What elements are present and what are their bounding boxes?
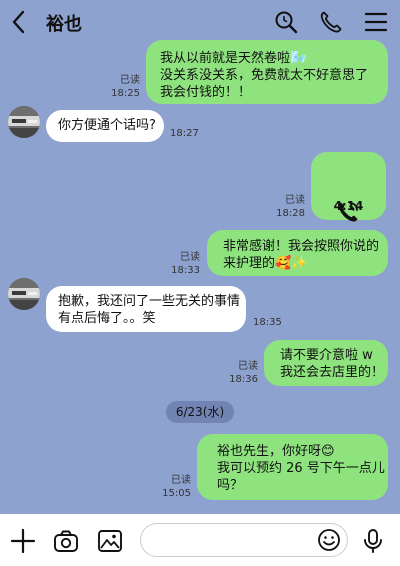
message-bubble-outgoing[interactable]: 我从以前就是天然卷啦🌬️ 没关系没关系，免费就太不好意思了 我会付钱的！！: [146, 40, 388, 104]
date-separator: 6/23(水): [166, 401, 234, 423]
message-time: 18:27: [170, 128, 199, 139]
contact-avatar[interactable]: [8, 106, 40, 138]
contact-avatar[interactable]: [8, 278, 40, 310]
menu-icon[interactable]: [364, 10, 388, 34]
message-meta: 已读 18:25: [104, 74, 140, 100]
search-icon[interactable]: [274, 10, 298, 34]
message-time: 18:33: [171, 265, 200, 276]
microphone-icon[interactable]: [360, 528, 386, 554]
chat-area[interactable]: 我从以前就是天然卷啦🌬️ 没关系没关系，免费就太不好意思了 我会付钱的！！ 已读…: [0, 40, 400, 514]
chat-title: 裕也: [46, 14, 82, 35]
message-bubble-incoming[interactable]: 你方便通个话吗?: [46, 110, 164, 142]
message-bubble-outgoing[interactable]: 非常感谢！我会按照你说的 来护理的🥰✨: [207, 230, 388, 276]
call-duration: 4:14: [333, 199, 364, 213]
read-status: 已读: [285, 195, 305, 206]
read-status: 已读: [238, 361, 258, 372]
chat-header: 裕也: [0, 0, 400, 44]
phone-icon[interactable]: [319, 10, 343, 34]
message-bubble-outgoing[interactable]: 请不要介意啦 w 我还会去店里的！: [264, 340, 388, 386]
call-bubble[interactable]: 4:14: [311, 152, 386, 222]
message-meta: 已读 18:36: [222, 360, 258, 386]
read-status: 已读: [171, 475, 191, 486]
message-bubble-outgoing[interactable]: 裕也先生，你好呀😊 我可以预约 26 号下午一点儿 吗？: [197, 434, 388, 500]
message-meta: 已读 15:05: [155, 474, 191, 500]
emoji-icon[interactable]: [317, 528, 341, 552]
message-time: 15:05: [162, 488, 191, 499]
message-time: 18:35: [253, 317, 282, 328]
message-meta: 已读 18:33: [164, 251, 200, 277]
message-input[interactable]: [140, 523, 348, 557]
camera-icon[interactable]: [53, 528, 79, 554]
message-time: 18:36: [229, 374, 258, 385]
message-time: 18:25: [111, 88, 140, 99]
read-status: 已读: [120, 75, 140, 86]
image-icon[interactable]: [97, 528, 123, 554]
message-time: 18:28: [276, 208, 305, 219]
input-bar: [0, 514, 400, 566]
message-meta: 已读 18:28: [269, 194, 305, 220]
message-bubble-incoming[interactable]: 抱歉，我还问了一些无关的事情 有点后悔了。。笑: [46, 286, 246, 332]
plus-icon[interactable]: [10, 528, 36, 554]
phone-icon: [336, 166, 360, 222]
back-icon[interactable]: [8, 8, 30, 36]
read-status: 已读: [180, 252, 200, 263]
